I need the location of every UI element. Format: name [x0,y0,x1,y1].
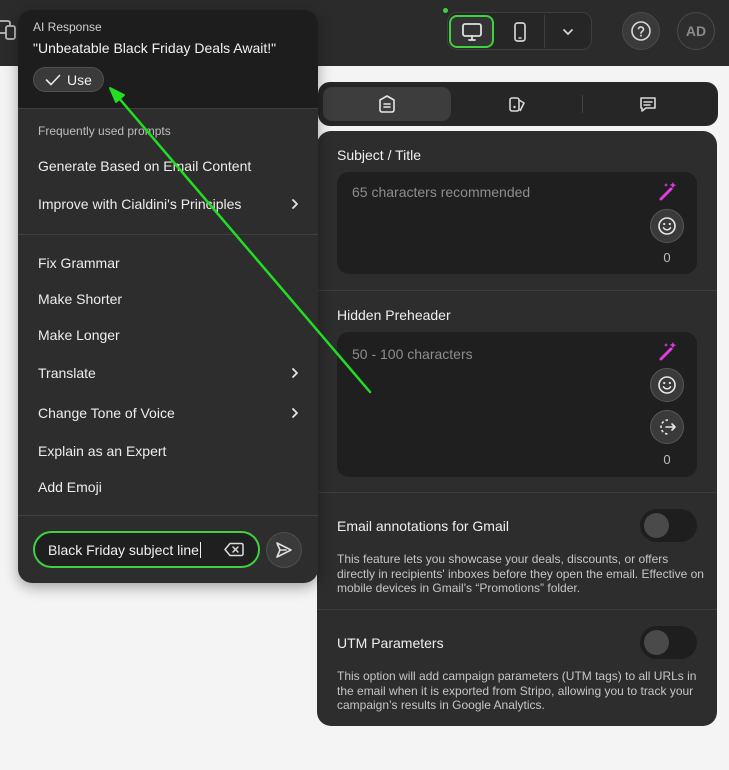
utm-description: This option will add campaign parameters… [337,669,697,712]
frequent-prompts-header: Frequently used prompts [38,124,171,138]
chevron-right-icon [292,368,298,378]
emoji-button[interactable] [650,368,684,402]
menu-item-translate[interactable]: Translate [38,362,300,384]
menu-item-cialdini[interactable]: Improve with Cialdini's Principles [38,193,300,215]
mobile-view-button[interactable] [498,15,542,48]
utm-label: UTM Parameters [337,635,444,651]
section-divider [317,290,717,291]
avatar[interactable]: AD [677,12,715,50]
subject-char-count: 0 [663,250,671,265]
section-divider [317,609,717,610]
subject-label: Subject / Title [337,147,422,163]
desktop-view-button[interactable] [449,15,494,48]
toggle-knob [644,513,669,538]
desktop-icon [461,22,482,41]
subject-field[interactable]: 65 characters recommended 0 [337,172,697,274]
menu-item-label: Change Tone of Voice [38,405,175,421]
menu-item-label: Improve with Cialdini's Principles [38,196,242,212]
ai-prompt-input[interactable]: Black Friday subject line [33,531,260,568]
preheader-field[interactable]: 50 - 100 characters 0 [337,332,697,477]
menu-item-make-longer[interactable]: Make Longer [38,324,300,346]
ai-response-text: "Unbeatable Black Friday Deals Await!" [33,40,277,56]
preheader-char-count: 0 [663,452,671,467]
menu-item-change-tone[interactable]: Change Tone of Voice [38,402,300,424]
tab-appearance[interactable] [454,87,582,121]
menu-item-label: Make Longer [38,327,120,343]
chevron-right-icon [292,199,298,209]
menu-item-label: Make Shorter [38,291,123,307]
tab-comments[interactable] [583,87,713,121]
menu-item-label: Explain as an Expert [38,443,167,459]
checkmark-icon [45,74,61,85]
ai-response-box: AI Response "Unbeatable Black Friday Dea… [18,10,318,108]
appearance-icon [509,97,525,112]
prompt-input-value: Black Friday subject line [48,541,201,558]
use-button-label: Use [67,71,92,88]
menu-item-make-shorter[interactable]: Make Shorter [38,288,300,310]
device-switcher [447,12,592,50]
send-button[interactable] [266,532,302,568]
smiley-icon [658,217,676,235]
text-cursor [199,541,201,558]
emoji-button[interactable] [650,209,684,243]
ai-assistant-popover: AI Response "Unbeatable Black Friday Dea… [18,10,318,583]
devices-icon[interactable] [0,18,20,42]
menu-item-label: Generate Based on Email Content [38,158,252,174]
subject-placeholder: 65 characters recommended [352,184,531,200]
menu-item-label: Translate [38,365,96,381]
gmail-annotations-toggle[interactable] [640,509,697,542]
ai-response-label: AI Response [33,20,102,34]
menu-item-fix-grammar[interactable]: Fix Grammar [38,252,300,274]
popover-divider [18,234,318,235]
popover-divider [18,108,318,109]
settings-icon [379,95,395,113]
magic-wand-icon[interactable] [657,180,679,202]
prompt-text: Black Friday subject line [48,541,199,558]
preheader-label: Hidden Preheader [337,307,451,323]
comments-icon [640,97,656,112]
settings-tabs [318,82,718,126]
utm-toggle[interactable] [640,626,697,659]
help-button[interactable] [622,12,660,50]
smiley-icon [658,376,676,394]
chevron-down-icon [562,28,573,35]
device-dropdown-button[interactable] [544,15,590,48]
menu-item-generate[interactable]: Generate Based on Email Content [38,155,300,177]
status-dot [443,8,448,13]
menu-item-explain-expert[interactable]: Explain as an Expert [38,440,300,462]
use-button[interactable]: Use [33,67,104,92]
arrow-right-dashed-icon [660,419,676,435]
section-divider [317,492,717,493]
gmail-annotations-label: Email annotations for Gmail [337,518,509,534]
question-icon [631,21,651,41]
menu-item-add-emoji[interactable]: Add Emoji [38,476,300,498]
magic-wand-icon[interactable] [657,340,679,362]
insert-variable-button[interactable] [650,410,684,444]
email-settings-panel: Subject / Title 65 characters recommende… [317,131,717,726]
gmail-annotations-description: This feature lets you showcase your deal… [337,552,704,595]
menu-item-label: Fix Grammar [38,255,120,271]
menu-item-label: Add Emoji [38,479,102,495]
popover-divider [18,515,318,516]
backspace-icon[interactable] [224,542,244,557]
mobile-icon [514,21,526,42]
chevron-right-icon [292,408,298,418]
preheader-placeholder: 50 - 100 characters [352,346,473,362]
tab-settings[interactable] [323,87,451,121]
send-icon [276,542,292,558]
toggle-knob [644,630,669,655]
